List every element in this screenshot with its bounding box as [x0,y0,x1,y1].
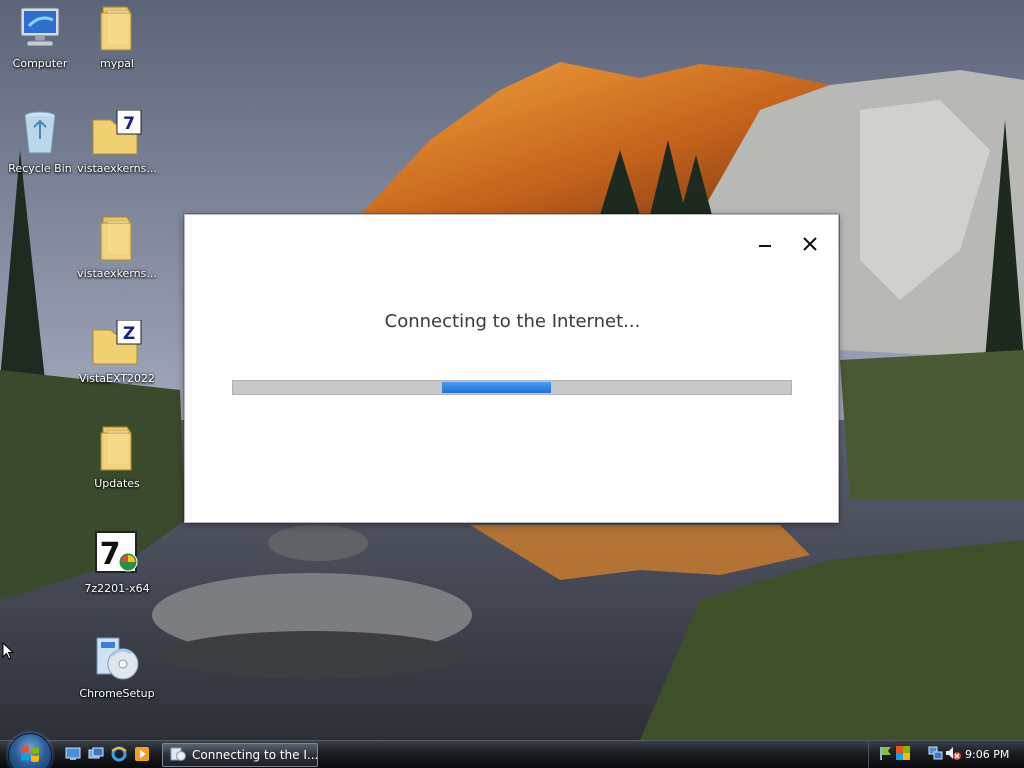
taskbar: Connecting to the I... 9:06 PM [0,733,1024,768]
windows-start-icon [19,743,41,768]
connecting-dialog: Connecting to the Internet... [184,214,839,523]
desktop-icon-mypal[interactable]: mypal [77,2,157,88]
desktop-icon-label: Computer [12,57,68,70]
desktop-icon-label: vistaexkerns... [77,267,157,280]
desktop-icon-vistaexkerns-2[interactable]: vistaexkerns... [77,212,157,298]
desktop-icon-label: 7z2201-x64 [84,582,150,595]
desktop-icon-vistaexkerns-1[interactable]: 7 vistaexkerns... [77,107,157,193]
show-desktop-button[interactable] [64,746,82,764]
desktop-icon-label: Recycle Bin [8,162,72,175]
mouse-cursor-icon [2,641,15,663]
folder-7zip-icon: 7 [91,107,143,159]
setup-disc-icon [91,632,143,684]
media-player-icon [134,746,150,765]
svg-text:7: 7 [100,537,121,572]
show-desktop-icon [65,747,81,764]
minimize-button[interactable] [750,233,780,257]
dialog-title: Connecting to the Internet... [384,311,641,332]
desktop-icon-7z2201-x64[interactable]: 7 7z2201-x64 [77,527,157,613]
svg-text:7: 7 [123,114,135,134]
tray-security-button[interactable] [894,746,911,763]
desktop-icon-label: Updates [94,477,140,490]
system-tray: 9:06 PM [868,741,1024,768]
folder-icon [91,212,143,264]
media-player-button[interactable] [133,746,151,764]
desktop-icon-updates[interactable]: Updates [77,422,157,508]
tray-flag-button[interactable] [876,746,893,763]
7zip-installer-icon: 7 [91,527,143,579]
network-icon [928,745,944,764]
internet-explorer-icon [111,746,127,765]
clock[interactable]: 9:06 PM [965,748,1009,761]
desktop-icon-label: vistaexkerns... [77,162,157,175]
tray-volume-button[interactable] [944,746,961,763]
desktop-icon-label: mypal [99,57,134,70]
desktop-icon-recycle-bin[interactable]: Recycle Bin [0,107,80,193]
switch-windows-button[interactable] [87,746,105,764]
minimize-icon [758,237,772,254]
switch-windows-icon [88,747,104,764]
folder-icon [91,2,143,54]
desktop-icon-label: VistaEXT2022 [78,372,156,385]
action-center-icon [877,745,893,764]
taskbar-window-label: Connecting to the I... [192,748,317,762]
progress-bar [232,380,792,395]
folder-icon [91,422,143,474]
progress-indicator [442,382,551,393]
folder-zip-icon: Z [91,317,143,369]
svg-text:Z: Z [123,324,135,344]
computer-icon [14,2,66,54]
recycle-bin-icon [14,107,66,159]
setup-window-icon [170,746,186,765]
volume-muted-icon [945,745,961,764]
security-shield-icon [895,745,911,764]
close-icon [803,236,817,254]
desktop-icon-chromesetup[interactable]: ChromeSetup [77,632,157,718]
tray-network-button[interactable] [927,746,944,763]
desktop-icon-computer[interactable]: Computer [0,2,80,88]
taskbar-window-button[interactable]: Connecting to the I... [162,743,318,767]
desktop-icon-label: ChromeSetup [79,687,155,700]
desktop-icon-vistaext2022[interactable]: Z VistaEXT2022 [77,317,157,403]
close-button[interactable] [795,233,825,257]
internet-explorer-button[interactable] [110,746,128,764]
